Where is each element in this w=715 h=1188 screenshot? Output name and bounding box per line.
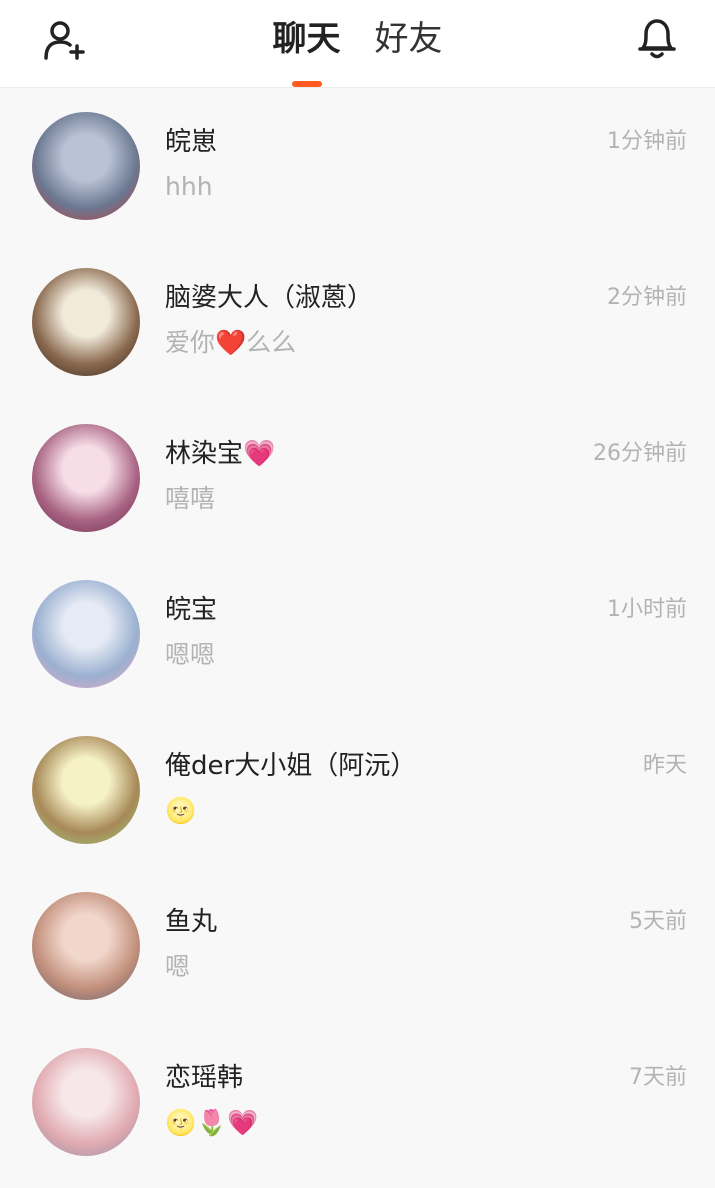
avatar[interactable] (32, 424, 140, 532)
last-message-preview: 嗯嗯 (165, 640, 216, 669)
message-time: 7天前 (629, 1065, 687, 1090)
chat-item[interactable]: 恋瑶韩 🌝🌷💗 7天前 (0, 1024, 715, 1180)
contact-name: 脑婆大人（淑蒽） (165, 283, 374, 313)
contact-name: 林染宝💗 (165, 439, 276, 469)
chat-item[interactable]: 皖崽 hhh 1分钟前 (0, 88, 715, 244)
last-message-preview: 爱你❤️么么 (165, 328, 297, 357)
message-time: 26分钟前 (593, 441, 687, 466)
last-message-preview: hhh (165, 172, 213, 201)
message-time: 1小时前 (607, 597, 687, 622)
last-message-preview: 嗯 (165, 952, 191, 981)
top-bar: 聊天 好友 (0, 0, 715, 88)
active-tab-indicator (291, 81, 322, 87)
avatar[interactable] (32, 112, 140, 220)
chat-item[interactable]: 林染宝💗 嘻嘻 26分钟前 (0, 400, 715, 556)
last-message-preview: 🌝🌷💗 (165, 1108, 259, 1137)
chat-item[interactable]: 皖宝嗯嗯 1小时前 (0, 556, 715, 712)
tab-friends-label: 好友 (374, 19, 443, 59)
last-message-preview: 🌝 (165, 796, 197, 825)
notification-bell-icon[interactable] (635, 14, 679, 62)
tab-friends[interactable]: 好友 (375, 0, 443, 87)
avatar[interactable] (32, 1048, 140, 1156)
contact-name: 恋瑶韩 (165, 1063, 244, 1093)
avatar[interactable] (32, 580, 140, 688)
message-time: 1分钟前 (607, 129, 687, 154)
contact-name: 鱼丸 (165, 907, 218, 937)
tab-bar: 聊天 好友 (0, 0, 715, 87)
tab-chat[interactable]: 聊天 (273, 0, 341, 87)
message-time: 昨天 (642, 753, 687, 778)
message-time: 2分钟前 (607, 285, 687, 310)
chat-item[interactable]: 俺der大小姐（阿沅） 🌝 昨天 (0, 712, 715, 868)
avatar[interactable] (32, 736, 140, 844)
contact-name: 俺der大小姐（阿沅） (165, 751, 417, 781)
last-message-preview: 嘻嘻 (165, 484, 216, 513)
chat-item[interactable]: 脑婆大人（淑蒽） 爱你❤️么么 2分钟前 (0, 244, 715, 400)
avatar[interactable] (32, 892, 140, 1000)
tab-chat-label: 聊天 (272, 19, 341, 59)
avatar[interactable] (32, 268, 140, 376)
chat-item[interactable]: 鱼丸嗯 5天前 (0, 868, 715, 1024)
contact-name: 皖崽 (165, 127, 218, 157)
contact-name: 皖宝 (165, 595, 218, 625)
message-time: 5天前 (629, 909, 687, 934)
chat-list: 皖崽 hhh 1分钟前脑婆大人（淑蒽） 爱你❤️么么 2分钟前林染宝💗 嘻嘻 26分钟前皖宝… (0, 88, 715, 1180)
